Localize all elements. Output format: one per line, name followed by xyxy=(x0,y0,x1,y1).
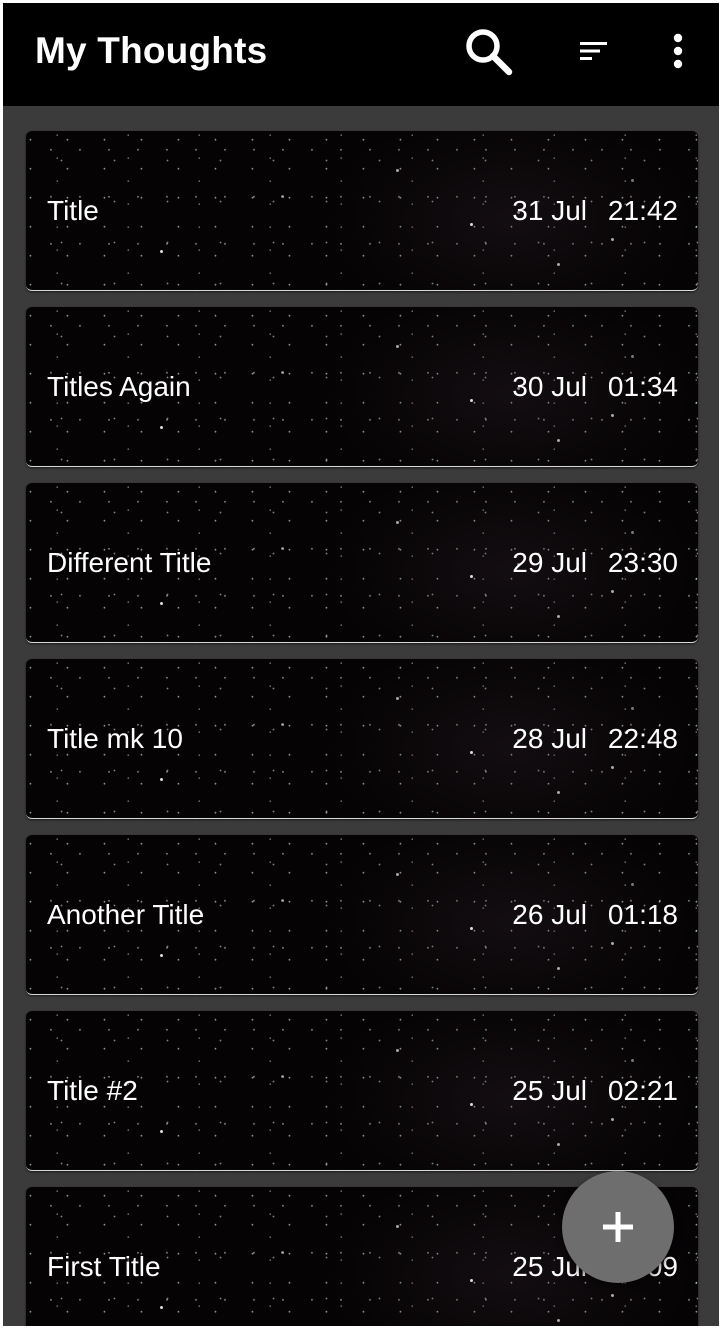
star-decoration xyxy=(469,1103,473,1107)
search-icon xyxy=(466,29,513,76)
star-decoration xyxy=(556,966,560,970)
star-decoration xyxy=(160,1130,164,1134)
star-decoration xyxy=(281,1074,285,1078)
note-title: Title mk 10 xyxy=(47,723,183,754)
star-decoration xyxy=(469,223,473,227)
star-decoration xyxy=(395,169,399,173)
star-decoration xyxy=(160,250,164,254)
star-decoration xyxy=(281,1250,285,1254)
star-decoration xyxy=(160,1306,164,1310)
note-time: 22:48 xyxy=(607,723,678,754)
note-card[interactable]: Another Title 26 Jul 01:18 xyxy=(26,835,698,995)
star-decoration xyxy=(610,1117,614,1121)
star-decoration xyxy=(610,237,614,241)
star-decoration xyxy=(556,262,560,266)
star-decoration xyxy=(281,722,285,726)
note-card[interactable]: Title #2 25 Jul 02:21 xyxy=(26,1011,698,1171)
add-icon xyxy=(603,1212,633,1242)
star-decoration xyxy=(469,1279,473,1283)
star-decoration xyxy=(630,706,634,710)
star-decoration xyxy=(160,778,164,782)
note-date: 28 Jul xyxy=(512,723,587,754)
star-decoration xyxy=(556,438,560,442)
note-time: 21:42 xyxy=(607,195,678,226)
star-decoration xyxy=(469,575,473,579)
star-decoration xyxy=(556,1318,560,1322)
star-decoration xyxy=(610,589,614,593)
app-title: My Thoughts xyxy=(35,30,268,71)
note-date: 25 Jul xyxy=(512,1075,587,1106)
sort-icon xyxy=(580,42,607,60)
star-decoration xyxy=(630,1058,634,1062)
app-bar: My Thoughts xyxy=(3,3,719,106)
star-decoration xyxy=(395,1049,399,1053)
star-decoration xyxy=(160,602,164,606)
star-decoration xyxy=(281,898,285,902)
note-card[interactable]: Title mk 10 28 Jul 22:48 xyxy=(26,659,698,819)
star-decoration xyxy=(395,873,399,877)
note-date: 29 Jul xyxy=(512,547,587,578)
star-decoration xyxy=(469,927,473,931)
note-card[interactable]: Different Title 29 Jul 23:30 xyxy=(26,483,698,643)
note-time: 23:30 xyxy=(607,547,678,578)
star-decoration xyxy=(160,426,164,430)
star-decoration xyxy=(630,530,634,534)
star-decoration xyxy=(395,697,399,701)
search-button[interactable] xyxy=(458,21,518,81)
star-decoration xyxy=(556,1142,560,1146)
star-decoration xyxy=(556,790,560,794)
sort-button[interactable] xyxy=(564,21,624,81)
screen: My Thoughts Title 31 Jul 21:42 Titles Again… xyxy=(3,3,719,1326)
star-decoration xyxy=(469,751,473,755)
note-title: Title xyxy=(47,195,99,226)
star-decoration xyxy=(630,178,634,182)
add-note-button[interactable] xyxy=(562,1171,674,1283)
note-title: Another Title xyxy=(47,899,205,930)
star-decoration xyxy=(395,345,399,349)
star-decoration xyxy=(281,194,285,198)
note-card[interactable]: Titles Again 30 Jul 01:34 xyxy=(26,307,698,467)
more-options-button[interactable] xyxy=(648,21,708,81)
note-time: 01:18 xyxy=(607,899,678,930)
note-title: Titles Again xyxy=(47,371,191,402)
star-decoration xyxy=(630,882,634,886)
note-title: Title #2 xyxy=(47,1075,138,1106)
note-card[interactable]: Title 31 Jul 21:42 xyxy=(26,131,698,291)
star-decoration xyxy=(395,521,399,525)
star-decoration xyxy=(610,765,614,769)
note-title: Different Title xyxy=(47,547,212,578)
star-decoration xyxy=(610,1293,614,1297)
star-decoration xyxy=(630,354,634,358)
star-decoration xyxy=(395,1225,399,1229)
note-date: 26 Jul xyxy=(512,899,587,930)
star-decoration xyxy=(610,413,614,417)
note-date: 30 Jul xyxy=(512,371,587,402)
star-decoration xyxy=(469,399,473,403)
note-time: 01:34 xyxy=(607,371,678,402)
star-decoration xyxy=(556,614,560,618)
star-decoration xyxy=(281,370,285,374)
note-title: First Title xyxy=(47,1251,161,1282)
star-decoration xyxy=(610,941,614,945)
note-date: 31 Jul xyxy=(512,195,587,226)
note-time: 02:21 xyxy=(607,1075,678,1106)
more-vert-icon xyxy=(673,33,683,69)
star-decoration xyxy=(281,546,285,550)
star-decoration xyxy=(160,954,164,958)
